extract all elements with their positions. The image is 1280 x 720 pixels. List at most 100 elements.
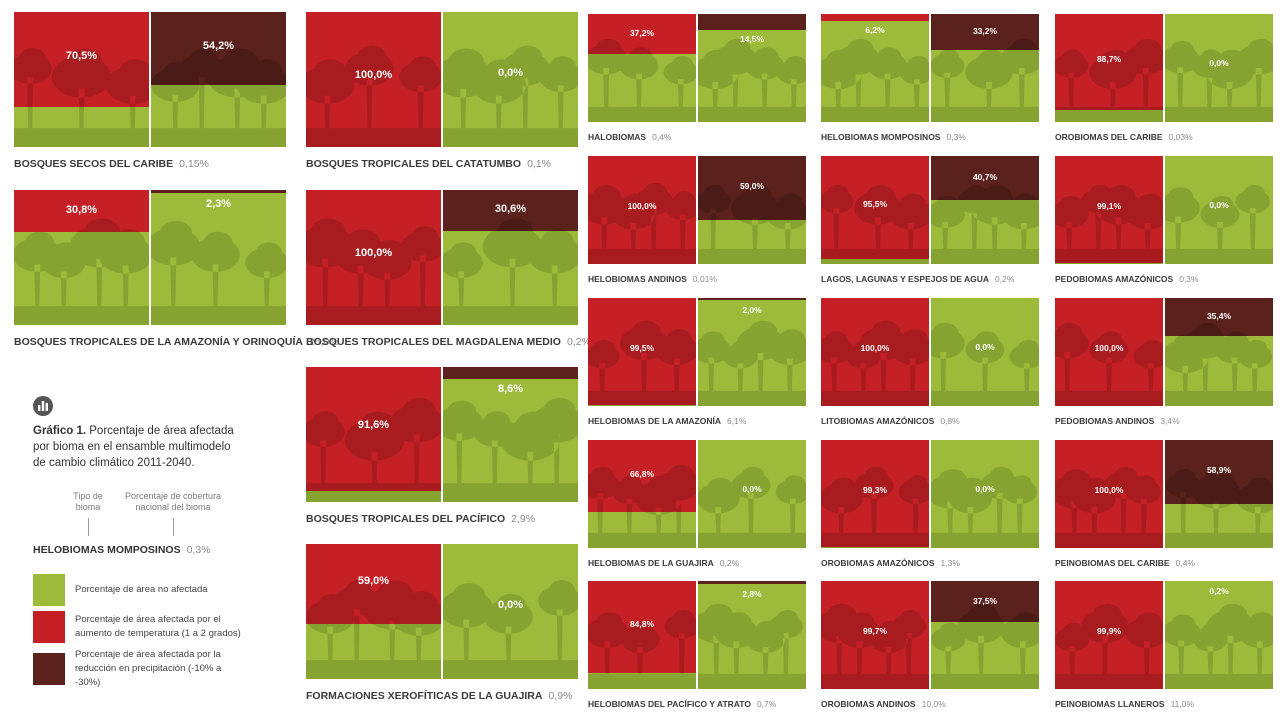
biome-bar-pair: 99,5% 2,0% bbox=[588, 298, 806, 406]
chart-title: Gráfico 1. Porcentaje de área afectada p… bbox=[33, 425, 234, 469]
precipitation-bar: 2,0% bbox=[698, 298, 806, 406]
tree-silhouette-icon bbox=[588, 464, 696, 548]
temperature-bar: 95,5% bbox=[821, 156, 929, 264]
tree-silhouette-icon bbox=[698, 38, 806, 122]
biome-bar-pair: 100,0% 58,9% bbox=[1055, 440, 1273, 548]
temperature-bar: 88,7% bbox=[1055, 14, 1163, 122]
biome-bar-pair: 30,8% 2,3% bbox=[14, 190, 286, 325]
biome-name: PEINOBIOMAS LLANEROS bbox=[1055, 699, 1165, 709]
biome-coverage: 0,4% bbox=[652, 132, 672, 142]
temperature-bar: 100,0% bbox=[1055, 440, 1163, 548]
example-biome-label: HELOBIOMAS MOMPOSINOS 0,3% bbox=[33, 544, 211, 556]
precipitation-value-label: 2,3% bbox=[205, 198, 232, 210]
tree-silhouette-icon bbox=[14, 48, 149, 147]
tree-silhouette-icon bbox=[151, 48, 286, 147]
biome-bar-pair: 100,0% 0,0% bbox=[821, 298, 1039, 406]
biome-coverage: 11,0% bbox=[1170, 699, 1195, 709]
precipitation-value-label: 2,0% bbox=[742, 305, 762, 315]
precipitation-bar: 0,0% bbox=[443, 544, 578, 679]
biome-caption: PEDOBIOMAS ANDINOS 3,4% bbox=[1055, 416, 1180, 426]
annotation-tick bbox=[173, 518, 174, 536]
legend-label: Porcentaje de área afectada por la reduc… bbox=[75, 649, 222, 688]
biome-coverage: 0,3% bbox=[1179, 274, 1199, 284]
temperature-value-label: 37,2% bbox=[629, 28, 655, 38]
biome-coverage: 2,9% bbox=[511, 513, 536, 525]
biome-coverage: 0,9% bbox=[548, 690, 573, 702]
temperature-value-label: 91,6% bbox=[357, 419, 390, 431]
biome-name: HELOBIOMAS DE LA AMAZONÍA bbox=[588, 416, 722, 426]
precipitation-value-label: 40,7% bbox=[972, 172, 998, 182]
biome-caption: HELOBIOMAS ANDINOS 0,01% bbox=[588, 274, 717, 284]
biome-caption: BOSQUES TROPICALES DE LA AMAZONÍA Y ORIN… bbox=[14, 336, 339, 348]
temperature-bar: 99,1% bbox=[1055, 156, 1163, 264]
biome-name: BOSQUES TROPICALES DEL CATATUMBO bbox=[306, 158, 522, 170]
tree-silhouette-icon bbox=[588, 610, 696, 689]
biome-bar-pair: 59,0% 0,0% bbox=[306, 544, 578, 679]
tree-silhouette-icon bbox=[306, 580, 441, 679]
tree-silhouette-icon bbox=[931, 322, 1039, 406]
biome-coverage: 0,15% bbox=[179, 158, 209, 170]
temperature-bar: 70,5% bbox=[14, 12, 149, 147]
biome-bar-pair: 100,0% 35,4% bbox=[1055, 298, 1273, 406]
precipitation-bar: 14,5% bbox=[698, 14, 806, 122]
biome-name: PEINOBIOMAS DEL CARIBE bbox=[1055, 558, 1170, 568]
precipitation-bar: 0,2% bbox=[1165, 581, 1273, 689]
legend-swatch-green bbox=[33, 574, 65, 606]
biome-name: HALOBIOMAS bbox=[588, 132, 647, 142]
biome-coverage: 0,01% bbox=[692, 274, 717, 284]
temperature-bar: 99,7% bbox=[821, 581, 929, 689]
tree-silhouette-icon bbox=[821, 185, 929, 264]
temperature-value-label: 95,5% bbox=[862, 199, 888, 209]
temperature-value-label: 66,8% bbox=[629, 469, 655, 479]
precipitation-bar: 0,0% bbox=[1165, 156, 1273, 264]
tree-silhouette-icon bbox=[443, 580, 578, 679]
precipitation-value-label: 0,0% bbox=[497, 67, 524, 79]
biome-coverage: 0,03% bbox=[1168, 132, 1193, 142]
biome-bar-pair: 99,3% 0,0% bbox=[821, 440, 1039, 548]
temperature-value-label: 99,5% bbox=[629, 343, 655, 353]
precipitation-bar: 40,7% bbox=[931, 156, 1039, 264]
precipitation-value-label: 8,6% bbox=[497, 383, 524, 395]
temperature-value-label: 6,2% bbox=[865, 25, 885, 35]
tree-silhouette-icon bbox=[1165, 38, 1273, 122]
biome-coverage: 0,1% bbox=[527, 158, 551, 170]
temperature-value-label: 100,0% bbox=[1094, 343, 1124, 353]
precipitation-value-label: 54,2% bbox=[202, 40, 235, 52]
biome-name: BOSQUES TROPICALES DEL PACÍFICO bbox=[306, 513, 506, 525]
biome-bar-pair: 37,2% 14,5% bbox=[588, 14, 806, 122]
biome-coverage: 0,2% bbox=[719, 558, 740, 568]
precipitation-value-label: 2,8% bbox=[742, 589, 762, 599]
legend-item-precipitation: Porcentaje de área afectada por la reduc… bbox=[33, 648, 245, 690]
temperature-value-label: 100,0% bbox=[627, 201, 657, 211]
temperature-value-label: 99,7% bbox=[862, 626, 888, 636]
temperature-bar: 100,0% bbox=[821, 298, 929, 406]
biome-name: HELOBIOMAS DEL PACÍFICO Y ATRATO bbox=[588, 699, 751, 709]
legend-swatch-brown bbox=[33, 653, 65, 685]
bar-chart-icon bbox=[33, 396, 53, 416]
biome-caption: BOSQUES TROPICALES DEL MAGDALENA MEDIO 0,… bbox=[306, 336, 591, 348]
precipitation-bar: 59,0% bbox=[698, 156, 806, 264]
biome-caption: BOSQUES TROPICALES DEL PACÍFICO 2,9% bbox=[306, 513, 535, 525]
biome-bar-pair: 99,1% 0,0% bbox=[1055, 156, 1273, 264]
temperature-value-label: 99,9% bbox=[1096, 626, 1122, 636]
temperature-bar: 100,0% bbox=[306, 190, 441, 325]
tree-silhouette-icon bbox=[151, 221, 286, 325]
temperature-value-label: 100,0% bbox=[860, 343, 890, 353]
precipitation-value-label: 0,0% bbox=[1209, 200, 1229, 210]
precipitation-bar: 35,4% bbox=[1165, 298, 1273, 406]
biome-name: OROBIOMAS AMAZÓNICOS bbox=[821, 558, 935, 568]
biome-caption: PEDOBIOMAS AMAZÓNICOS 0,3% bbox=[1055, 274, 1199, 284]
precipitation-value-label: 58,9% bbox=[1206, 465, 1232, 475]
precipitation-bar: 37,5% bbox=[931, 581, 1039, 689]
precipitation-value-label: 33,2% bbox=[972, 26, 998, 36]
temperature-bar: 66,8% bbox=[588, 440, 696, 548]
temperature-bar: 99,3% bbox=[821, 440, 929, 548]
precipitation-bar: 54,2% bbox=[151, 12, 286, 147]
precipitation-bar: 8,6% bbox=[443, 367, 578, 502]
biome-name: LAGOS, LAGUNAS Y ESPEJOS DE AGUA bbox=[821, 274, 989, 284]
biome-caption: HELOBIOMAS DEL PACÍFICO Y ATRATO 0,7% bbox=[588, 699, 776, 709]
biome-name: HELOBIOMAS ANDINOS bbox=[588, 274, 687, 284]
biome-caption: LAGOS, LAGUNAS Y ESPEJOS DE AGUA 0,2% bbox=[821, 274, 1014, 284]
biome-name: OROBIOMAS DEL CARIBE bbox=[1055, 132, 1163, 142]
temperature-value-label: 59,0% bbox=[357, 575, 390, 587]
